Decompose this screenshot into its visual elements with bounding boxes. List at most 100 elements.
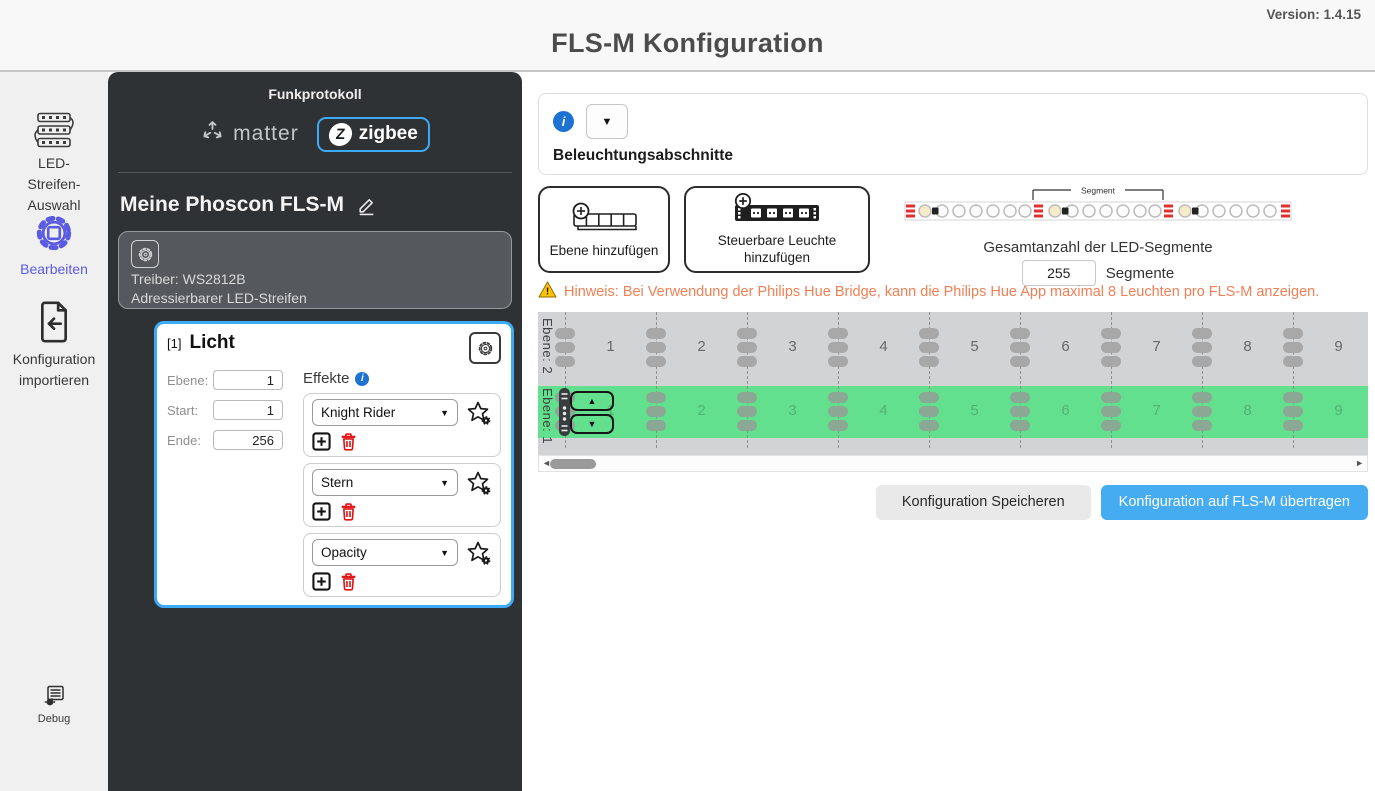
segment-cell[interactable]: 6 [1020,402,1111,419]
effect-favorite-settings-button[interactable] [466,400,492,426]
svg-text:!: ! [546,287,549,298]
segment-cell[interactable]: 8 [1202,338,1293,355]
segment-cell[interactable]: 3 [747,402,838,419]
up-arrow-icon: ▲ [588,396,597,406]
sidebar-item-debug[interactable]: Debug [0,684,108,726]
matter-protocol-button[interactable]: matter [200,119,299,149]
light-index: [1] [167,332,181,351]
add-effect-button[interactable] [312,432,331,451]
warning-icon: ! [538,281,557,303]
segment-info-block: Segment [888,186,1308,273]
effects-label: Effekte [303,370,349,387]
gear-chip-icon [33,241,75,258]
add-effect-button[interactable] [312,572,331,591]
segment-cell[interactable]: 9 [1293,338,1368,355]
debug-icon [42,695,66,712]
matter-label: matter [233,122,299,146]
effect-select[interactable]: Opacity ▼ [312,539,458,566]
delete-effect-button[interactable] [340,502,357,521]
segment-cell[interactable]: 4 [838,402,929,419]
effect-group: Opacity ▼ [303,533,501,597]
effect-select-value: Opacity [321,545,367,560]
device-name: Meine Phoscon FLS-M [120,193,344,217]
add-ebene-button[interactable]: Ebene hinzufügen [538,186,670,273]
chevron-down-icon: ▼ [602,116,613,128]
scroll-right-arrow[interactable]: ► [1355,458,1364,468]
add-effect-button[interactable] [312,502,331,521]
effect-select[interactable]: Knight Rider ▼ [312,399,458,426]
sidebar: LED- Streifen- Auswahl Bearbeiten Konfig… [0,72,108,791]
matter-icon [200,119,225,149]
sidebar-item-bearbeiten[interactable]: Bearbeiten [0,212,108,280]
ebene-down-button[interactable]: ▼ [570,414,614,434]
segment-grid: Ebene: 2 Ebene: 1 ▲ ▼ 123456789123456789 [538,312,1368,455]
protocol-section-title: Funkprotokoll [108,86,522,102]
add-leuchte-button[interactable]: Steuerbare Leuchte hinzufügen [684,186,870,273]
effect-group: Knight Rider ▼ [303,393,501,457]
segment-cell[interactable]: 2 [656,338,747,355]
driver-name: Treiber: WS2812B [131,271,499,287]
gear-icon [131,240,159,268]
segment-cell[interactable]: 2 [656,402,747,419]
sidebar-item-konfiguration-importieren[interactable]: Konfiguration importieren [0,300,108,391]
edit-pencil-icon[interactable] [356,195,377,216]
sections-panel: i ▼ Beleuchtungsabschnitte [538,93,1368,175]
add-light-icon [729,193,825,232]
light-settings-button[interactable] [469,332,501,364]
add-ebene-label: Ebene hinzufügen [550,242,659,259]
ebene-label: Ebene: [167,373,213,388]
segment-cell[interactable]: 6 [1020,338,1111,355]
segment-cell[interactable]: 4 [838,338,929,355]
chevron-down-icon: ▼ [440,478,449,488]
sidebar-item-label: importieren [0,370,108,391]
led-strip-icon [31,135,77,152]
ebene-input[interactable] [213,370,283,390]
save-configuration-button[interactable]: Konfiguration Speicheren [876,485,1091,520]
zigbee-protocol-button[interactable]: Z zigbee [317,117,430,152]
driver-type: Adressierbarer LED-Streifen [131,290,499,306]
segment-cell[interactable]: 7 [1111,338,1202,355]
segment-cell[interactable]: 5 [929,338,1020,355]
info-icon[interactable]: i [553,111,574,132]
segment-cell[interactable]: 1 [565,338,656,355]
page-title: FLS-M Konfiguration [0,28,1375,59]
total-segments-input[interactable] [1022,260,1096,286]
sections-title: Beleuchtungsabschnitte [553,147,1353,165]
chevron-down-icon: ▼ [440,408,449,418]
down-arrow-icon: ▼ [588,419,597,429]
import-file-icon [34,331,74,348]
segment-bracket-label: Segment [1081,186,1116,196]
start-input[interactable] [213,400,283,420]
segment-cell[interactable]: 8 [1202,402,1293,419]
ende-input[interactable] [213,430,283,450]
driver-card[interactable]: Treiber: WS2812B Adressierbarer LED-Stre… [118,231,512,309]
grid-row-label: Ebene: 2 [540,318,555,374]
led-strip-image: Segment [903,186,1293,237]
total-segments-unit: Segmente [1106,265,1174,282]
effect-favorite-settings-button[interactable] [466,470,492,496]
scrollbar-thumb[interactable] [550,459,596,469]
sidebar-item-led-streifen-auswahl[interactable]: LED- Streifen- Auswahl [0,112,108,216]
main-content: i ▼ Beleuchtungsabschnitte Ebene hinzufü… [522,72,1375,791]
effect-group: Stern ▼ [303,463,501,527]
light-card: [1] Licht Ebene: Start: [154,321,514,608]
segment-cell[interactable]: 3 [747,338,838,355]
strip-connector-icon [558,388,571,441]
sections-dropdown-button[interactable]: ▼ [586,104,628,139]
grid-row-label: Ebene: 1 [540,388,555,444]
version-label: Version: 1.4.15 [1266,7,1361,22]
delete-effect-button[interactable] [340,432,357,451]
transfer-configuration-button[interactable]: Konfiguration auf FLS-M übertragen [1101,485,1368,520]
segment-cell[interactable]: 5 [929,402,1020,419]
horizontal-scrollbar[interactable]: ◄ ► [538,455,1368,472]
add-layer-icon [564,201,644,242]
add-leuchte-label-line2: hinzufügen [744,249,810,266]
delete-effect-button[interactable] [340,572,357,591]
segment-cell[interactable]: 9 [1293,402,1368,419]
ebene-up-button[interactable]: ▲ [570,391,614,411]
effect-favorite-settings-button[interactable] [466,540,492,566]
effect-select[interactable]: Stern ▼ [312,469,458,496]
info-icon[interactable]: i [355,372,369,386]
segment-cell[interactable]: 7 [1111,402,1202,419]
sidebar-item-label: LED- [0,153,108,174]
